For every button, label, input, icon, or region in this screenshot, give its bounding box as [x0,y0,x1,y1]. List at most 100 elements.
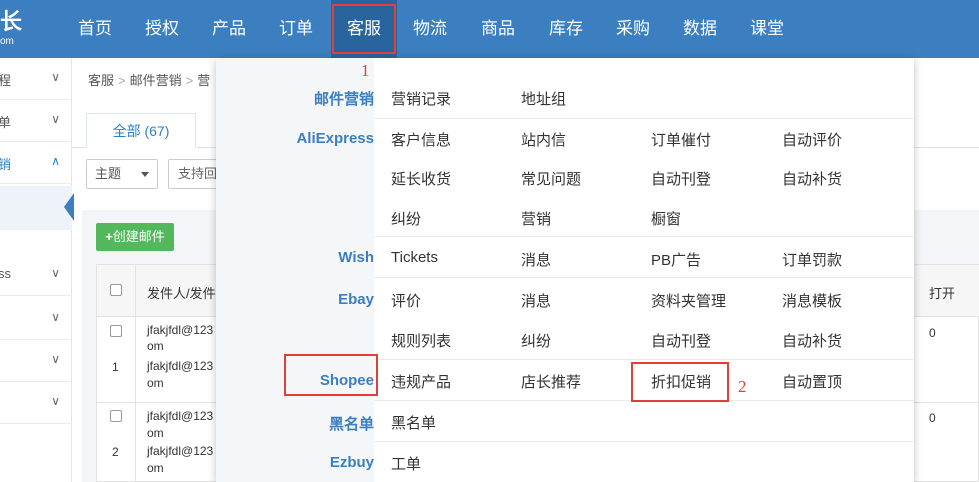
menu-item-internal-message[interactable]: 站内信 [521,129,566,150]
chevron-down-icon: ∨ [51,266,60,280]
row-checkbox[interactable] [110,410,122,422]
nav-authorization[interactable]: 授权 [132,0,192,58]
sidebar-item-1[interactable]: 程 ∨ [0,58,72,100]
sidebar-item-2[interactable]: 单 ∨ [0,100,72,142]
breadcrumb: 客服 > 邮件营销 > 营 [88,70,210,89]
sidebar-item-6[interactable]: ∨ [0,340,72,382]
select-all-checkbox[interactable] [110,284,122,296]
row-index: 1 [112,360,119,374]
highlight-box-discount-promotion [631,362,729,402]
category-ezbuy: Ezbuy [329,454,374,471]
nav-products[interactable]: 产品 [199,0,259,58]
menu-item-disputes[interactable]: 纠纷 [391,208,421,229]
breadcrumb-item[interactable]: 邮件营销 [130,73,182,88]
menu-item-messages[interactable]: 消息 [521,290,551,311]
annotation-number-2: 2 [738,377,747,396]
menu-item-extend-receipt[interactable]: 延长收货 [391,168,451,189]
menu-item-blacklist[interactable]: 黑名单 [391,412,436,433]
breadcrumb-item[interactable]: 客服 [88,73,114,88]
menu-item-auto-restock[interactable]: 自动补货 [782,168,842,189]
nav-logistics[interactable]: 物流 [400,0,460,58]
sidebar-item-4[interactable]: ss ∨ [0,254,72,296]
subject-select-value: 主题 [95,166,122,181]
nav-goods[interactable]: 商品 [467,0,529,58]
create-email-button[interactable]: +创建邮件 [96,223,174,251]
row-index: 2 [112,445,119,459]
menu-item-auto-restock[interactable]: 自动补货 [782,330,842,351]
chevron-right-icon: > [185,73,194,88]
sender-line: jfakjfdl@123 [147,359,214,373]
column-header-sender: 发件人/发件 [147,286,216,301]
nav-home[interactable]: 首页 [65,0,125,58]
dropdown-divider [374,236,914,237]
category-wish: Wish [338,249,374,266]
row-checkbox[interactable] [110,325,122,337]
menu-item-pb-ads[interactable]: PB广告 [651,249,701,270]
sidebar-item-label: ss [0,266,11,281]
subject-select[interactable]: 主题 [86,159,158,189]
nav-data[interactable]: 数据 [669,0,731,58]
tab-all[interactable]: 全部 (67) [86,113,196,148]
menu-item-store-recommendations[interactable]: 店长推荐 [521,371,581,392]
menu-item-message-templates[interactable]: 消息模板 [782,290,842,311]
chevron-down-icon: ∨ [51,310,60,324]
dropdown-divider [374,359,914,360]
menu-item-folder-management[interactable]: 资料夹管理 [651,290,726,311]
nav-orders[interactable]: 订单 [266,0,326,58]
logo-subtext: om [0,36,14,47]
plus-icon: + [105,229,113,244]
sender-line: jfakjfdl@123 [147,323,214,337]
menu-item-violating-products[interactable]: 违规产品 [391,371,451,392]
nav-purchasing[interactable]: 采购 [602,0,664,58]
menu-item-marketing-records[interactable]: 营销记录 [391,88,451,109]
menu-item-auto-listing[interactable]: 自动刊登 [651,330,711,351]
menu-item-payment-reminder[interactable]: 订单催付 [651,129,711,150]
menu-item-customer-info[interactable]: 客户信息 [391,129,451,150]
menu-item-disputes[interactable]: 纠纷 [521,330,551,351]
menu-item-rule-list[interactable]: 规则列表 [391,330,451,351]
chevron-down-icon: ∨ [51,70,60,84]
sidebar-item-7[interactable]: ∨ [0,382,72,424]
menu-item-order-penalty[interactable]: 订单罚款 [782,249,842,270]
top-navbar: 长 om 首页 授权 产品 订单 客服 物流 商品 库存 采购 数据 课堂 [0,0,979,58]
sidebar-item-label: 销 [0,157,12,172]
menu-item-marketing[interactable]: 营销 [521,208,551,229]
menu-item-work-orders[interactable]: 工单 [391,453,421,474]
logo-text: 长 [0,9,23,34]
nav-classroom[interactable]: 课堂 [736,0,798,58]
menu-item-showcase[interactable]: 橱窗 [651,208,681,229]
annotation-number-1: 1 [361,61,370,80]
chevron-down-icon: ∨ [51,112,60,126]
chevron-down-icon: ∨ [51,394,60,408]
menu-item-auto-review[interactable]: 自动评价 [782,129,842,150]
column-header-open: 打开 [929,286,956,301]
sender-line: om [147,461,164,475]
nav-inventory[interactable]: 库存 [535,0,597,58]
menu-item-address-group[interactable]: 地址组 [521,88,566,109]
category-email-marketing: 邮件营销 [313,91,374,108]
chevron-up-icon: ∧ [51,154,60,168]
customer-service-dropdown: 邮件营销 AliExpress Wish Ebay Shopee 黑名单 Ezb… [216,58,914,482]
menu-item-faq[interactable]: 常见问题 [521,168,581,189]
caret-down-icon [141,172,149,177]
active-pointer-icon [64,193,74,221]
category-aliexpress: AliExpress [296,130,374,147]
menu-item-reviews[interactable]: 评价 [391,290,421,311]
logo[interactable]: 长 om [0,8,40,48]
highlight-box-customer-service [332,4,396,54]
sidebar-subitem-active[interactable] [0,186,72,230]
dropdown-divider [374,441,914,442]
open-count: 0 [929,411,936,425]
category-ebay: Ebay [338,291,374,308]
menu-item-messages[interactable]: 消息 [521,249,551,270]
column-divider [135,265,136,482]
menu-item-auto-pin-top[interactable]: 自动置顶 [782,371,842,392]
menu-item-auto-listing[interactable]: 自动刊登 [651,168,711,189]
sender-line: jfakjfdl@123 [147,444,214,458]
category-blacklist: 黑名单 [328,416,374,433]
sidebar-item-5[interactable]: ∨ [0,298,72,340]
sender-line: jfakjfdl@123 [147,409,214,423]
menu-item-tickets[interactable]: Tickets [391,249,438,266]
sidebar-item-3[interactable]: 销 ∧ [0,142,72,184]
highlight-box-shopee [284,354,378,396]
